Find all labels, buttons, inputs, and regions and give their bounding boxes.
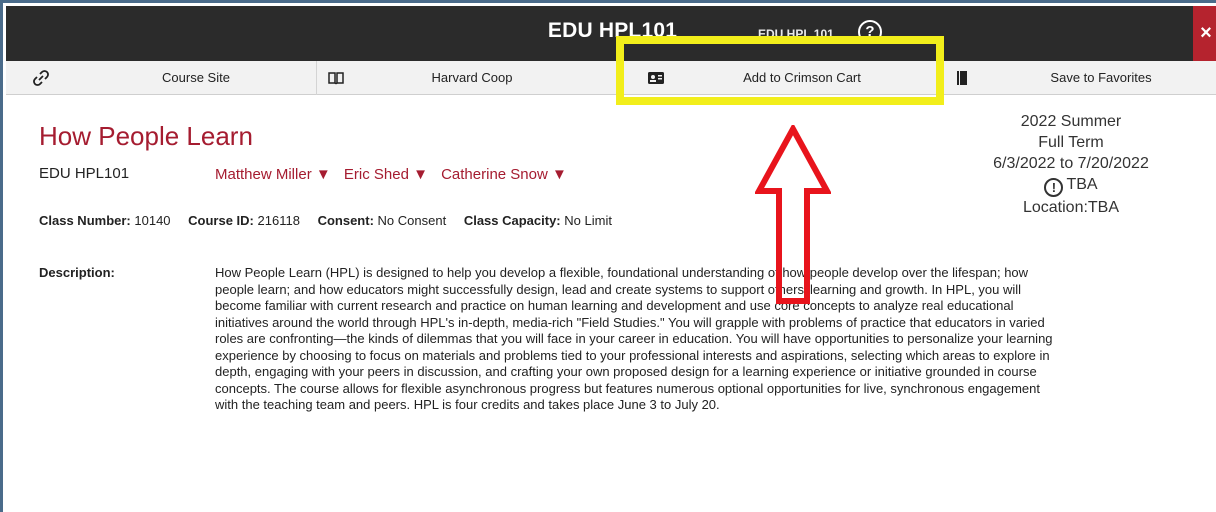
course-title: How People Learn (39, 121, 253, 151)
dialog-title: EDU HPL101 (547, 19, 678, 42)
meeting-time-value: TBA (1066, 176, 1098, 193)
location-label: Location:TBA (1022, 199, 1120, 216)
description-label: Description: (39, 265, 115, 280)
class-number: Class Number: 10140 (39, 213, 171, 228)
link-icon (32, 69, 50, 87)
course-dialog: EDU HPL101 EDU HPL 101 ? × Course Site H… (0, 0, 1216, 512)
alert-icon: ! (1044, 178, 1064, 197)
course-code: EDU HPL101 (39, 165, 130, 182)
book-icon (327, 69, 345, 87)
save-favorites-button[interactable]: Save to Favorites (939, 61, 1216, 95)
highlight-box (616, 36, 944, 105)
course-site-label: Course Site (162, 70, 230, 85)
instructor-link[interactable]: Catherine Snow ▼ (441, 166, 567, 183)
up-arrow-annotation (755, 125, 831, 304)
session-label: Full Term (1038, 134, 1104, 151)
action-toolbar: Course Site Harvard Coop Add to Crimson … (6, 61, 1216, 95)
class-capacity: Class Capacity: No Limit (463, 213, 612, 228)
instructor-list: Matthew Miller ▼ Eric Shed ▼ Catherine S… (215, 166, 576, 183)
date-range: 6/3/2022 to 7/20/2022 (993, 155, 1149, 172)
term-label: 2022 Summer (1020, 113, 1122, 130)
consent: Consent: No Consent (317, 213, 447, 228)
course-site-button[interactable]: Course Site (6, 61, 317, 95)
description-text: How People Learn (HPL) is designed to he… (215, 265, 1053, 412)
close-button[interactable]: × (1193, 6, 1216, 61)
instructor-link[interactable]: Eric Shed ▼ (344, 166, 428, 183)
harvard-coop-button[interactable]: Harvard Coop (317, 61, 623, 95)
course-id: Course ID: 216118 (188, 213, 300, 228)
instructor-link[interactable]: Matthew Miller ▼ (215, 166, 331, 183)
bookmark-icon (953, 69, 971, 87)
schedule-panel: 2022 Summer Full Term 6/3/2022 to 7/20/2… (939, 111, 1203, 218)
harvard-coop-label: Harvard Coop (431, 70, 513, 85)
course-facts: Class Number: 10140 Course ID: 216118 Co… (39, 213, 626, 228)
meeting-time: ! TBA (939, 174, 1203, 197)
save-favorites-label: Save to Favorites (1050, 70, 1152, 85)
dialog-titlebar: EDU HPL101 EDU HPL 101 ? × (6, 6, 1216, 61)
